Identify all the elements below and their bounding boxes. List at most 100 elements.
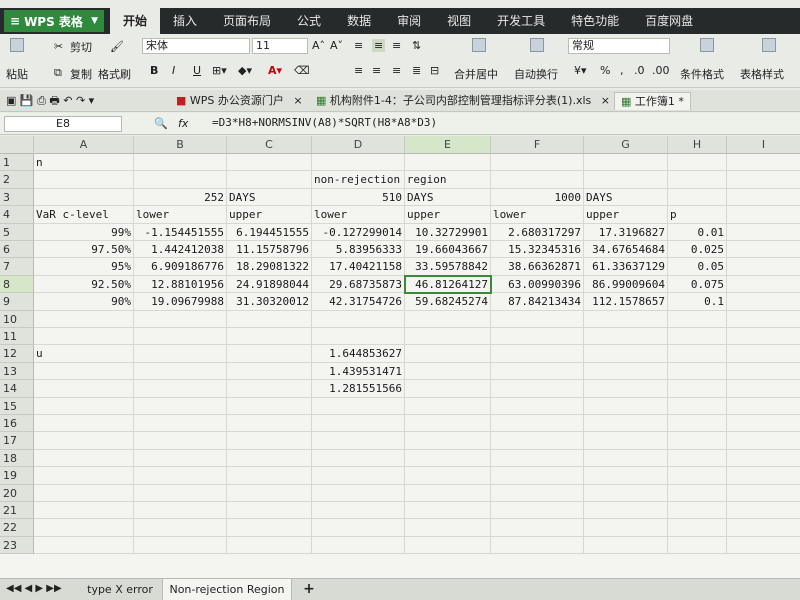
cell-g10[interactable] <box>584 310 668 328</box>
cell-b1[interactable] <box>134 154 227 172</box>
cell-i20[interactable] <box>727 485 800 502</box>
cell-e13[interactable] <box>405 362 491 381</box>
ribbon-tab[interactable]: 特色功能 <box>558 8 632 34</box>
cell-c18[interactable] <box>227 449 312 468</box>
cell-h5[interactable]: 0.01 <box>668 223 727 241</box>
sheet-nav-icons[interactable]: ◀◀ ◀ ▶ ▶▶ <box>6 583 62 594</box>
cell-a5[interactable]: 99% <box>34 223 134 241</box>
cell-f4[interactable]: lower <box>491 206 584 224</box>
increase-decimal-icon[interactable]: .0 <box>634 64 645 77</box>
cell-f19[interactable] <box>491 467 584 485</box>
cell-f10[interactable] <box>491 310 584 328</box>
row-header-18[interactable]: 18 <box>0 449 34 468</box>
underline-button[interactable]: U <box>193 64 201 77</box>
cell-h12[interactable] <box>668 345 727 363</box>
bold-button[interactable]: B <box>150 64 158 77</box>
row-header-17[interactable]: 17 <box>0 432 34 450</box>
cell-i23[interactable] <box>727 537 800 555</box>
cell-f23[interactable] <box>491 536 584 555</box>
cond-format-button[interactable]: 条件格式 <box>680 66 724 82</box>
format-painter-button[interactable]: 格式刷 <box>98 66 131 82</box>
close-icon[interactable]: × <box>601 94 610 107</box>
cell-b7[interactable]: 6.909186776 <box>134 258 227 276</box>
clear-format-icon[interactable]: ⌫ <box>294 64 310 77</box>
cell-h22[interactable] <box>668 519 727 537</box>
ribbon-tab[interactable]: 开始 <box>110 8 161 34</box>
cell-a21[interactable] <box>34 502 134 520</box>
row-header-11[interactable]: 11 <box>0 328 34 346</box>
row-header-6[interactable]: 6 <box>0 241 34 259</box>
cell-a3[interactable] <box>34 188 134 207</box>
cell-f14[interactable] <box>491 380 584 398</box>
cell-b13[interactable] <box>134 362 227 381</box>
cell-b12[interactable] <box>134 345 227 363</box>
add-sheet-button[interactable]: + <box>298 579 320 600</box>
cell-i18[interactable] <box>727 450 800 468</box>
row-header-5[interactable]: 5 <box>0 223 34 241</box>
cell-g7[interactable]: 61.33637129 <box>584 258 668 276</box>
cell-e15[interactable] <box>405 397 491 415</box>
doc-tab-workbook1[interactable]: ▦ 工作簿1 * <box>614 92 691 110</box>
cell-c8[interactable]: 24.91898044 <box>227 275 312 294</box>
cell-h15[interactable] <box>668 397 727 415</box>
align-center-icon[interactable]: ≡ <box>372 64 381 77</box>
decrease-decimal-icon[interactable]: .00 <box>652 64 670 77</box>
row-header-10[interactable]: 10 <box>0 310 34 328</box>
cell-d9[interactable]: 42.31754726 <box>312 293 405 311</box>
cell-b6[interactable]: 1.442412038 <box>134 241 227 259</box>
cell-c6[interactable]: 11.15758796 <box>227 241 312 259</box>
cell-i12[interactable] <box>727 345 800 363</box>
row-header-22[interactable]: 22 <box>0 519 34 537</box>
cell-d22[interactable] <box>312 519 405 537</box>
cell-d12[interactable]: 1.644853627 <box>312 345 405 363</box>
row-header-15[interactable]: 15 <box>0 397 34 415</box>
cell-a17[interactable] <box>34 432 134 450</box>
ribbon-tab[interactable]: 插入 <box>160 8 210 34</box>
align-middle-icon[interactable]: ≡ <box>372 39 386 52</box>
cell-b19[interactable] <box>134 467 227 485</box>
cell-c17[interactable] <box>227 432 312 450</box>
cell-d19[interactable] <box>312 467 405 485</box>
cell-i16[interactable] <box>727 415 800 433</box>
cell-c4[interactable]: upper <box>227 206 312 224</box>
cell-e10[interactable] <box>405 310 491 328</box>
cell-g19[interactable] <box>584 467 668 485</box>
select-all-corner[interactable] <box>0 136 34 154</box>
row-header-19[interactable]: 19 <box>0 467 34 485</box>
cell-e14[interactable] <box>405 380 491 398</box>
quick-access-icons[interactable]: ▣ 💾 ⎙ 🖶 ↶ ↷ ▾ <box>6 92 94 110</box>
cell-e1[interactable] <box>405 154 491 172</box>
name-box[interactable]: E8 <box>4 116 122 132</box>
copy-button[interactable]: 复制 <box>70 66 92 82</box>
ribbon-tab[interactable]: 数据 <box>334 8 384 34</box>
paste-icon[interactable] <box>10 38 24 52</box>
cell-a4[interactable]: VaR c-level <box>34 206 134 224</box>
cell-b17[interactable] <box>134 432 227 450</box>
cell-h2[interactable] <box>668 171 727 189</box>
cell-c11[interactable] <box>227 328 312 346</box>
column-header-c[interactable]: C <box>227 136 312 154</box>
cell-c14[interactable] <box>227 380 312 398</box>
cell-f15[interactable] <box>491 397 584 415</box>
row-header-4[interactable]: 4 <box>0 206 34 224</box>
cell-d17[interactable] <box>312 432 405 450</box>
align-left-icon[interactable]: ≡ <box>354 64 363 77</box>
cell-e21[interactable] <box>405 502 491 520</box>
cell-f8[interactable]: 63.00990396 <box>491 275 584 294</box>
cell-g6[interactable]: 34.67654684 <box>584 241 668 259</box>
cell-a18[interactable] <box>34 449 134 468</box>
cell-b8[interactable]: 12.88101956 <box>134 275 227 294</box>
cell-g16[interactable] <box>584 415 668 433</box>
row-header-8[interactable]: 8 <box>0 275 34 294</box>
align-bottom-icon[interactable]: ≡ <box>392 39 401 52</box>
cell-d2[interactable]: non-rejection region <box>312 171 446 189</box>
cell-a16[interactable] <box>34 415 134 433</box>
cell-c3[interactable]: DAYS <box>227 188 312 207</box>
cell-g5[interactable]: 17.3196827 <box>584 223 668 241</box>
cell-d4[interactable]: lower <box>312 206 405 224</box>
cell-i14[interactable] <box>727 380 800 398</box>
column-header-a[interactable]: A <box>34 136 134 154</box>
column-header-i[interactable]: I <box>727 136 800 154</box>
cell-a12[interactable]: u <box>34 345 134 363</box>
ribbon-tab[interactable]: 审阅 <box>384 8 434 34</box>
